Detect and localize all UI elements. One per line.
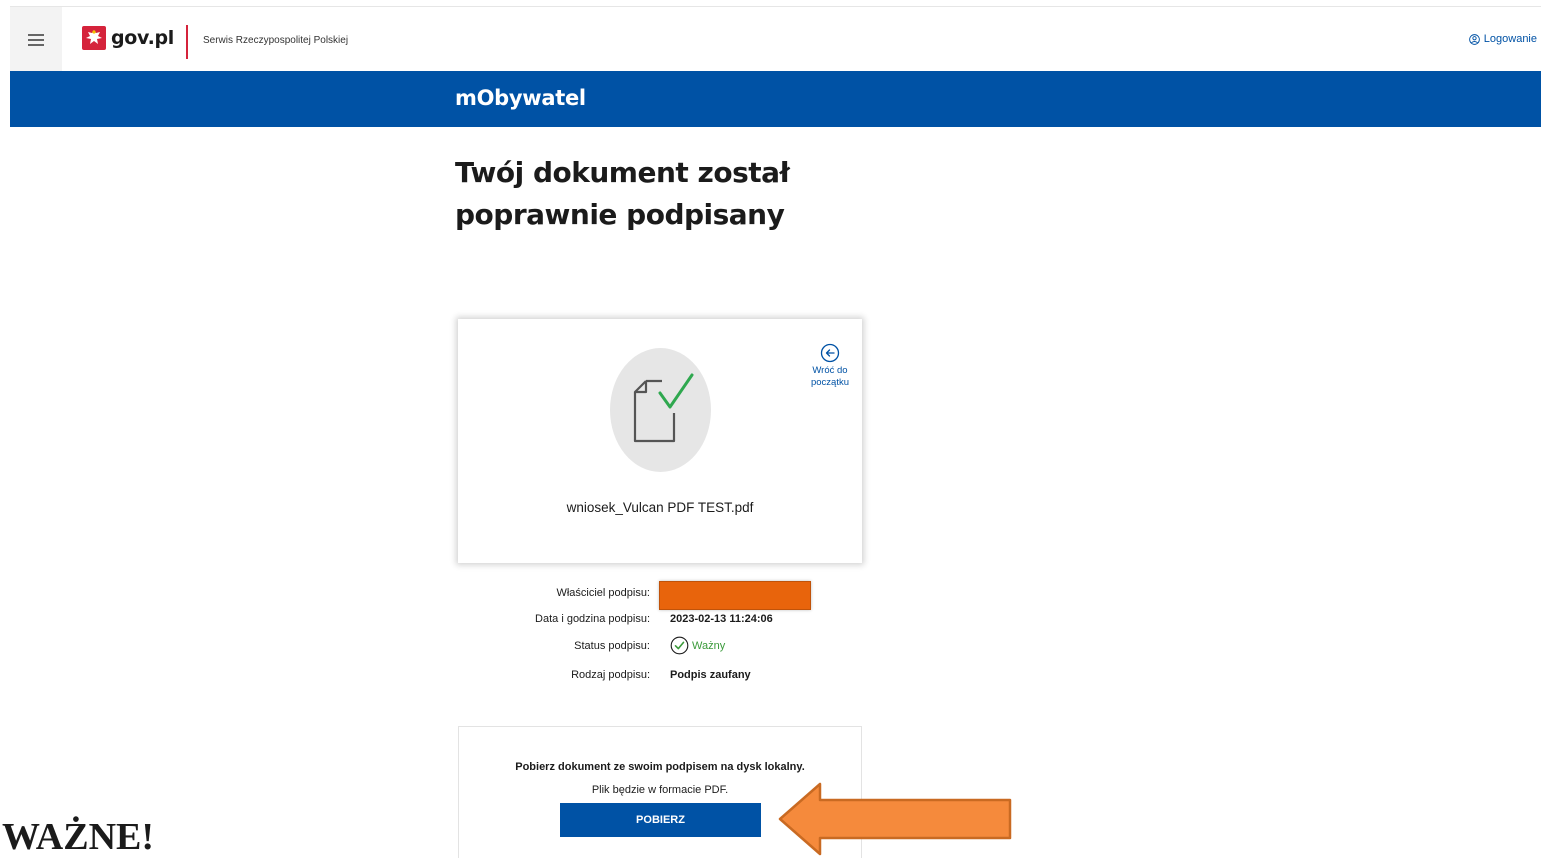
document-check-icon	[633, 373, 694, 443]
header-divider	[186, 25, 188, 59]
signature-date-label: Data i godzina podpisu:	[535, 613, 650, 625]
signature-status-row: Status podpisu: Ważny	[458, 636, 878, 658]
signature-type-row: Rodzaj podpisu: Podpis zaufany	[458, 665, 878, 687]
arrow-left-circle-icon	[820, 343, 840, 363]
gov-pl-logo[interactable]: gov.pl	[82, 26, 174, 50]
service-name: Serwis Rzeczypospolitej Polskiej	[203, 35, 349, 46]
signature-type-value: Podpis zaufany	[670, 669, 751, 681]
signature-status-label: Status podpisu:	[574, 640, 650, 652]
download-title: Pobierz dokument ze swoim podpisem na dy…	[515, 761, 805, 773]
login-label: Logowanie	[1483, 33, 1537, 45]
user-circle-icon	[1468, 33, 1480, 45]
page-title: Twój dokument został poprawnie podpisany	[455, 156, 790, 231]
signature-type-label: Rodzaj podpisu:	[571, 669, 650, 681]
signature-owner-label: Właściciel podpisu:	[556, 587, 650, 599]
login-link[interactable]: Logowanie	[1468, 33, 1537, 45]
download-button[interactable]: POBIERZ	[560, 803, 761, 837]
logo-text: gov.pl	[111, 27, 175, 49]
banner-title: mObywatel	[455, 86, 586, 110]
signature-status-text: Ważny	[692, 639, 726, 652]
document-card: Wróć do początku wniosek_Vulcan PDF TEST…	[458, 319, 862, 563]
signature-date-row: Data i godzina podpisu: 2023-02-13 11:24…	[458, 609, 878, 631]
important-note: WAŻNE!	[2, 816, 155, 858]
site-header: gov.pl Serwis Rzeczypospolitej Polskiej …	[10, 6, 1541, 72]
file-name: wniosek_Vulcan PDF TEST.pdf	[566, 500, 754, 515]
signature-status-value: Ważny	[670, 636, 725, 655]
back-to-start-label: Wróć do początku	[810, 365, 850, 388]
check-circle-icon	[670, 636, 689, 655]
signature-owner-row: Właściciel podpisu:	[458, 581, 878, 610]
menu-button[interactable]	[10, 7, 62, 72]
polish-eagle-emblem-icon	[82, 26, 106, 50]
service-banner: mObywatel	[10, 71, 1541, 127]
signature-date-value: 2023-02-13 11:24:06	[670, 613, 773, 625]
redaction-box	[659, 581, 811, 610]
back-to-start-button[interactable]: Wróć do początku	[808, 343, 852, 389]
annotation-arrow-icon	[778, 782, 1012, 856]
hamburger-menu-icon	[28, 33, 44, 46]
